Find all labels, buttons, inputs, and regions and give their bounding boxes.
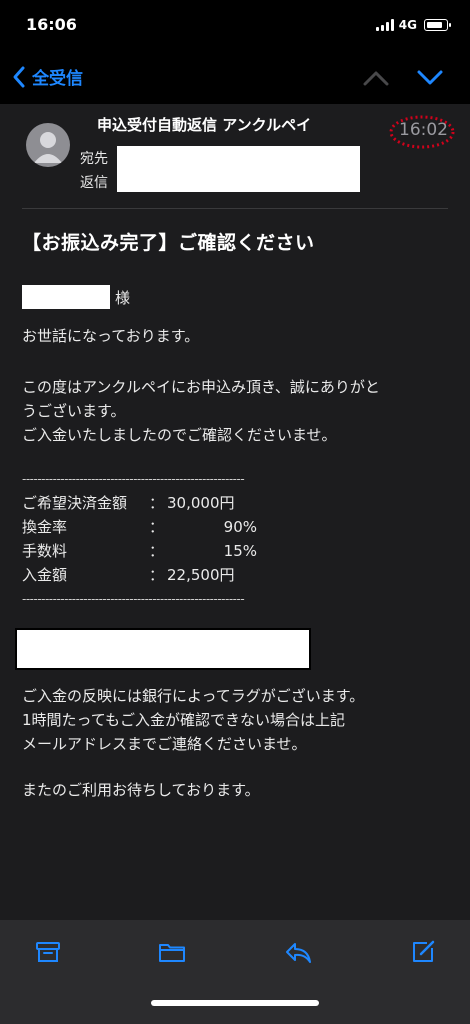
amount-label: 入金額 — [22, 566, 68, 584]
greeting: お世話になっております。 — [22, 327, 200, 345]
amount-label: 換金率 — [22, 518, 68, 536]
battery-icon — [424, 19, 451, 31]
separator-bottom: ----------------------------------------… — [22, 592, 245, 606]
amount-label: 手数料 — [22, 542, 68, 560]
status-indicators: 4G — [375, 18, 451, 32]
sender-name[interactable]: 申込受付自動返信 アンクルペイ — [97, 114, 311, 135]
closing: またのご利用お待ちしております。 — [22, 781, 260, 799]
avatar[interactable] — [26, 123, 70, 167]
chevron-down-icon[interactable] — [416, 68, 444, 88]
paragraph-notice: ご入金の反映には銀行によってラグがございます。 1時間たってもご入金が確認できな… — [22, 687, 365, 753]
person-icon — [34, 132, 62, 163]
status-time: 16:06 — [26, 15, 77, 34]
separator-top: ----------------------------------------… — [22, 472, 245, 486]
mail-time: 16:02 — [389, 114, 455, 150]
chevron-up-icon[interactable] — [362, 68, 390, 88]
network-label: 4G — [398, 18, 417, 32]
back-label: 全受信 — [32, 69, 83, 89]
customer-name-redacted — [22, 285, 110, 309]
folder-icon[interactable] — [157, 938, 187, 966]
nav-bar: 全受信 — [0, 52, 470, 104]
status-bar: 16:06 4G — [0, 0, 470, 52]
mail-subject: 【お振込み完了】ご確認ください — [22, 232, 315, 254]
amount-value: 30,000円 — [167, 494, 235, 512]
amount-label: ご希望決済金額 — [22, 494, 128, 512]
reply-label: 返信 — [80, 175, 108, 191]
reply-icon[interactable] — [283, 938, 313, 966]
back-button[interactable]: 全受信 — [12, 64, 83, 89]
email-redacted[interactable] — [17, 630, 309, 668]
amount-value: 90% — [223, 518, 257, 536]
bottom-toolbar — [0, 920, 470, 1024]
archive-icon[interactable] — [34, 938, 62, 966]
paragraph-intro: この度はアンクルペイにお申込み頂き、誠にありがと うございます。 ご入金いたしま… — [22, 378, 380, 444]
honorific: 様 — [115, 289, 131, 307]
amount-value: 22,500円 — [167, 566, 235, 584]
to-label: 宛先 — [80, 151, 108, 167]
signal-icon — [375, 19, 394, 31]
back-chevron-icon — [13, 66, 25, 87]
mail-time-text: 16:02 — [399, 120, 448, 140]
compose-icon[interactable] — [409, 938, 437, 966]
amount-value: 15% — [223, 542, 257, 560]
recipient-redacted[interactable] — [117, 146, 360, 192]
home-indicator[interactable] — [151, 1000, 319, 1006]
header-divider — [22, 208, 448, 209]
